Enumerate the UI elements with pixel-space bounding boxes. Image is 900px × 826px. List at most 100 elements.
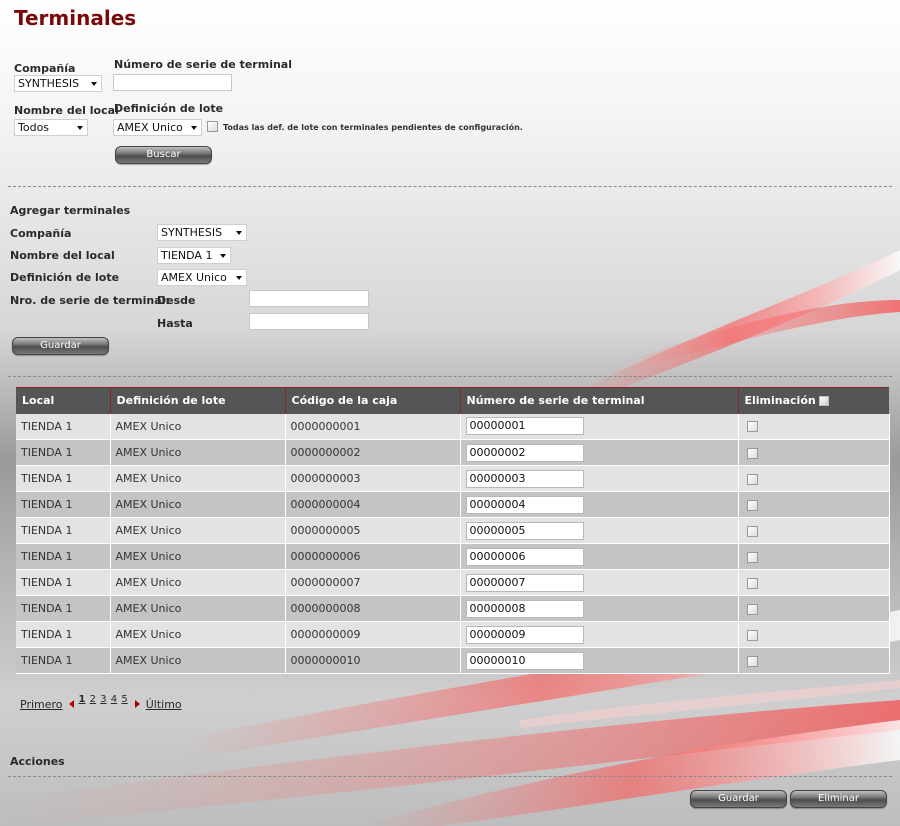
cell-serial: 00000001 [460,413,739,440]
cell-local: TIENDA 1 [16,465,111,492]
add-company-label: Compañía [10,227,72,240]
header-delete: Eliminación [738,387,889,414]
add-store-select[interactable]: TIENDA 1 [157,247,231,264]
batch-select[interactable]: AMEX Unico [113,119,202,136]
serial-cell-input[interactable]: 00000006 [465,547,584,566]
delete-checkbox[interactable] [746,655,758,667]
cell-batch: AMEX Unico [110,543,286,570]
header-delete-label: Eliminación [744,394,816,408]
batch-select-value: AMEX Unico [117,121,183,134]
delete-checkbox[interactable] [746,551,758,563]
cell-serial: 00000010 [460,647,739,674]
search-button[interactable]: Buscar [115,146,212,164]
cell-local: TIENDA 1 [16,595,111,622]
pagination: Primero 1 2 3 4 5 Último [20,694,182,711]
cell-local: TIENDA 1 [16,439,111,466]
terminals-table: Local Definición de lote Código de la ca… [16,387,890,674]
add-section-title: Agregar terminales [10,204,131,217]
chevron-down-icon [236,276,242,280]
pager-first-link[interactable]: Primero [20,698,63,711]
batch-label: Definición de lote [114,102,224,115]
cell-local: TIENDA 1 [16,621,111,648]
serial-input[interactable] [113,74,232,91]
serial-label: Número de serie de terminal [114,58,292,71]
table-row: TIENDA 1 AMEX Unico 0000000001 00000001 [16,413,890,440]
cell-serial: 00000007 [460,569,739,596]
cell-register-code: 0000000006 [285,543,461,570]
serial-cell-input[interactable]: 00000008 [465,599,584,618]
table-row: TIENDA 1 AMEX Unico 0000000002 00000002 [16,439,890,466]
serial-cell-input[interactable]: 00000007 [465,573,584,592]
header-local: Local [16,387,111,414]
to-input[interactable] [249,313,369,330]
pager-page-1[interactable]: 1 [79,694,86,705]
cell-serial: 00000009 [460,621,739,648]
store-select-value: Todos [18,121,50,134]
cell-serial: 00000003 [460,465,739,492]
serial-cell-input[interactable]: 00000003 [465,469,584,488]
table-row: TIENDA 1 AMEX Unico 0000000007 00000007 [16,569,890,596]
actions-title: Acciones [10,755,65,768]
delete-checkbox[interactable] [746,525,758,537]
pending-checkbox[interactable] [207,121,218,132]
cell-register-code: 0000000008 [285,595,461,622]
cell-register-code: 0000000004 [285,491,461,518]
cell-register-code: 0000000007 [285,569,461,596]
cell-delete [738,595,890,622]
delete-checkbox[interactable] [746,577,758,589]
triangle-right-icon [134,700,140,708]
divider [8,376,892,377]
company-select[interactable]: SYNTHESIS [14,75,102,92]
cell-delete [738,465,890,492]
cell-serial: 00000002 [460,439,739,466]
cell-register-code: 0000000003 [285,465,461,492]
cell-local: TIENDA 1 [16,647,111,674]
from-input[interactable] [249,290,369,307]
divider [8,186,892,187]
select-all-checkbox[interactable] [818,396,829,407]
delete-checkbox[interactable] [746,473,758,485]
serial-cell-input[interactable]: 00000004 [465,495,584,514]
add-save-button[interactable]: Guardar [12,337,109,355]
add-company-select[interactable]: SYNTHESIS [157,224,247,241]
cell-serial: 00000006 [460,543,739,570]
table-row: TIENDA 1 AMEX Unico 0000000008 00000008 [16,595,890,622]
cell-batch: AMEX Unico [110,621,286,648]
cell-register-code: 0000000005 [285,517,461,544]
serial-cell-input[interactable]: 00000001 [465,417,584,436]
store-label: Nombre del local [14,104,119,117]
delete-checkbox[interactable] [746,421,758,433]
delete-checkbox[interactable] [746,629,758,641]
cell-delete [738,569,890,596]
triangle-left-icon [68,700,74,708]
add-batch-select[interactable]: AMEX Unico [157,269,247,286]
delete-checkbox[interactable] [746,603,758,615]
delete-checkbox[interactable] [746,499,758,511]
add-store-select-value: TIENDA 1 [161,249,213,262]
table-row: TIENDA 1 AMEX Unico 0000000010 00000010 [16,647,890,674]
pager-page-3[interactable]: 3 [100,694,106,705]
add-from-label: Desde [157,294,196,307]
pager-page-2[interactable]: 2 [90,694,96,705]
pending-label: Todas las def. de lote con terminales pe… [223,123,523,132]
store-select[interactable]: Todos [14,119,88,136]
table-row: TIENDA 1 AMEX Unico 0000000006 00000006 [16,543,890,570]
delete-checkbox[interactable] [746,447,758,459]
table-row: TIENDA 1 AMEX Unico 0000000009 00000009 [16,621,890,648]
pager-pages: 1 2 3 4 5 [79,694,129,705]
pager-page-5[interactable]: 5 [121,694,127,705]
serial-cell-input[interactable]: 00000005 [465,521,584,540]
cell-serial: 00000005 [460,517,739,544]
actions-save-button[interactable]: Guardar [690,790,787,808]
cell-batch: AMEX Unico [110,569,286,596]
cell-delete [738,543,890,570]
serial-cell-input[interactable]: 00000002 [465,443,584,462]
cell-batch: AMEX Unico [110,517,286,544]
pager-page-4[interactable]: 4 [111,694,117,705]
add-company-select-value: SYNTHESIS [161,226,223,239]
pager-last-link[interactable]: Último [146,698,182,711]
page: Terminales Compañía Número de serie de t… [0,0,900,826]
serial-cell-input[interactable]: 00000010 [465,651,584,670]
serial-cell-input[interactable]: 00000009 [465,625,584,644]
actions-delete-button[interactable]: Eliminar [790,790,887,808]
